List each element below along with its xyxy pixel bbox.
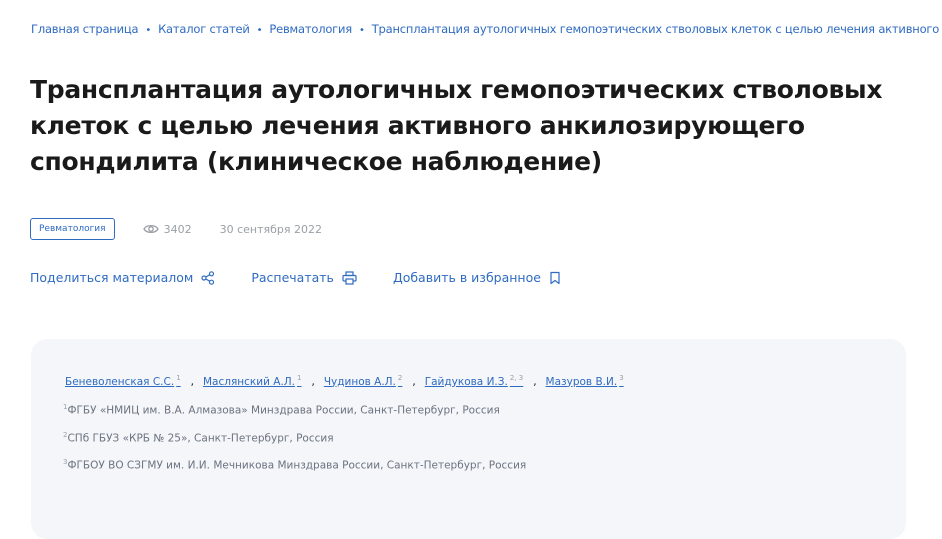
- author-link[interactable]: Гайдукова И.З. 2, 3: [425, 374, 523, 388]
- breadcrumb-rheumatology[interactable]: Ревматология: [269, 22, 352, 36]
- affiliation: 2СПб ГБУЗ «КРБ № 25», Санкт-Петербург, Р…: [63, 431, 334, 445]
- bookmark-icon: [550, 271, 560, 284]
- view-count: 3402: [142, 222, 192, 236]
- breadcrumb-separator: •: [145, 25, 152, 36]
- share-label: Поделиться материалом: [30, 270, 194, 285]
- breadcrumb-separator: •: [359, 25, 365, 36]
- author-separator: ,: [533, 375, 537, 388]
- author-separator: ,: [190, 375, 194, 388]
- favorite-label: Добавить в избранное: [392, 270, 541, 285]
- author-list: Беневоленская С.С. 1, Маслянский А.Л. 1, Чуд…: [65, 374, 624, 388]
- category-tag[interactable]: Ревматология: [30, 218, 115, 240]
- article-actions: Поделиться материалом Распечатать Добави…: [30, 270, 597, 285]
- affiliation: 1ФГБУ «НМИЦ им. В.А. Алмазова» Минздрава…: [63, 403, 500, 417]
- publish-date: 30 сентября 2022: [219, 222, 322, 236]
- authors-card: Беневоленская С.С. 1, Маслянский А.Л. 1, Чуд…: [31, 339, 906, 539]
- share-icon: [201, 270, 215, 285]
- author-separator: ,: [412, 375, 416, 388]
- print-button[interactable]: Распечатать: [251, 270, 357, 285]
- author-link[interactable]: Чудинов А.Л. 2: [324, 374, 403, 388]
- breadcrumb-home[interactable]: Главная страница: [31, 22, 139, 36]
- printer-icon: [342, 270, 357, 285]
- print-label: Распечатать: [251, 270, 334, 285]
- share-button[interactable]: Поделиться материалом: [30, 270, 215, 285]
- breadcrumb-separator: •: [256, 25, 263, 36]
- view-count-value: 3402: [163, 222, 192, 236]
- author-link[interactable]: Беневоленская С.С. 1: [65, 374, 181, 388]
- breadcrumb-current-article[interactable]: Трансплантация аутологичных гемопоэтичес…: [372, 22, 942, 36]
- author-link[interactable]: Мазуров В.И. 3: [546, 374, 624, 388]
- breadcrumb-catalog[interactable]: Каталог статей: [158, 22, 250, 36]
- page-title: Трансплантация аутологичных гемопоэтичес…: [30, 75, 883, 176]
- article-meta: Ревматология 3402 30 сентября 2022: [30, 218, 322, 240]
- author-separator: ,: [311, 375, 315, 388]
- add-to-favorites-button[interactable]: Добавить в избранное: [393, 270, 561, 285]
- breadcrumb: Главная страница • Каталог статей • Ревматол…: [31, 22, 942, 36]
- author-link[interactable]: Маслянский А.Л. 1: [203, 374, 301, 388]
- affiliation: 3ФГБОУ ВО СЗГМУ им. И.И. Мечникова Минзд…: [63, 458, 527, 472]
- eye-icon: [142, 224, 159, 234]
